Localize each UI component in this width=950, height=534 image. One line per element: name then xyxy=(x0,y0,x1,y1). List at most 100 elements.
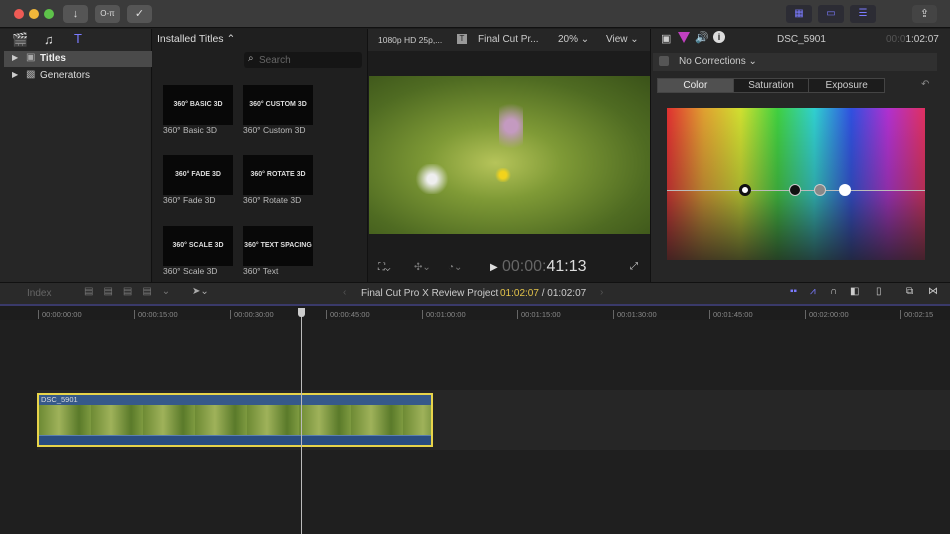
keywords-button[interactable]: O-π xyxy=(95,5,120,23)
highlights-puck[interactable] xyxy=(839,184,851,196)
ruler-tick: 00:01:30:00 xyxy=(613,310,657,319)
browser-toggle-button[interactable]: ▦ xyxy=(786,5,812,23)
clip-filmstrip xyxy=(39,405,431,435)
fullscreen-button[interactable]: ⤢ xyxy=(630,261,638,272)
title-tile[interactable]: 360° TEXT SPACING 3D360° Text xyxy=(243,226,313,289)
tab-color[interactable]: Color xyxy=(658,79,733,92)
title-tile[interactable]: 360° ROTATE 3D 360° Rotate 3D xyxy=(243,155,313,205)
title-icon: T xyxy=(457,34,467,44)
ruler-tick: 00:00:45:00 xyxy=(326,310,370,319)
title-tile[interactable]: 360° FADE 3D 360° Fade 3D xyxy=(163,155,233,205)
tile-label: 360° Scale 3D xyxy=(163,266,218,276)
background-tasks-button[interactable]: ✓ xyxy=(127,5,152,23)
title-tile[interactable]: 360° SCALE 3D 360° Scale 3D xyxy=(163,226,233,276)
sidebar-item-label: Generators xyxy=(40,70,91,81)
playhead-handle[interactable] xyxy=(298,308,305,317)
transform-dropdown[interactable]: ⛶⌄ xyxy=(378,262,390,273)
back-arrow-icon[interactable]: ‹ xyxy=(343,287,346,298)
video-waveform-toggle[interactable]: ▪▪ xyxy=(790,286,797,297)
sidebar-item-generators[interactable]: ▶ ▩ Generators xyxy=(4,68,152,84)
video-preview xyxy=(369,76,650,234)
ruler-tick: 00:02:15 xyxy=(900,310,933,319)
sidebar-item-titles[interactable]: ▶ ▣ Titles xyxy=(4,51,152,67)
clip-appearance-button[interactable]: ▯ xyxy=(876,286,882,297)
titles-browser: Installed Titles ⌃ ⌕ Search 360° BASIC 3… xyxy=(153,29,367,289)
tile-thumbnail: 360° BASIC 3D xyxy=(163,85,233,125)
ruler-tick: 00:01:15:00 xyxy=(517,310,561,319)
share-button[interactable]: ⇪ xyxy=(912,5,937,23)
timeline-area: DSC_5901 xyxy=(0,320,950,534)
shadows-puck[interactable] xyxy=(789,184,801,196)
title-tile[interactable]: 360° BASIC 3D 360° Basic 3D xyxy=(163,85,233,135)
libraries-sidebar: 🎬 ♫ T ▶ ▣ Titles ▶ ▩ Generators xyxy=(0,29,152,282)
tile-thumbnail: 360° SCALE 3D xyxy=(163,226,233,266)
import-button[interactable]: ↓ xyxy=(63,5,88,23)
clip-audio-waveform xyxy=(39,435,431,445)
title-bar: ↓ O-π ✓ ▦ ▭ ☰ ⇪ xyxy=(0,0,950,28)
snapping-toggle[interactable]: ◧ xyxy=(850,286,859,297)
title-tile[interactable]: 360° CUSTOM 3D 360° Custom 3D xyxy=(243,85,313,135)
edit-buttons[interactable]: ▤▤▤▤⌄ xyxy=(84,286,180,297)
timeline-toggle-button[interactable]: ▭ xyxy=(818,5,844,23)
tab-saturation[interactable]: Saturation xyxy=(732,79,809,92)
viewer-timecode: 00:00:41:13 xyxy=(502,258,587,275)
tab-exposure[interactable]: Exposure xyxy=(808,79,884,92)
ruler-tick: 00:01:00:00 xyxy=(422,310,466,319)
effects-browser-icon[interactable]: ⋈ xyxy=(928,286,938,297)
minimize-button[interactable] xyxy=(29,9,39,19)
media-icon[interactable]: 🎬 xyxy=(12,32,28,48)
headphones-icon[interactable]: ∩ xyxy=(830,286,837,297)
enhance-dropdown[interactable]: ✣⌄ xyxy=(414,262,431,273)
audio-inspector-icon[interactable]: 🔊 xyxy=(695,31,709,44)
ruler-tick: 00:00:30:00 xyxy=(230,310,274,319)
correction-checkbox[interactable] xyxy=(659,56,669,66)
search-icon: ⌕ xyxy=(248,53,254,64)
tile-label: 360° Basic 3D xyxy=(163,125,217,135)
clip-label: DSC_5901 xyxy=(39,395,431,405)
search-input[interactable]: ⌕ Search xyxy=(244,52,362,68)
inspector-toggle-button[interactable]: ☰ xyxy=(850,5,876,23)
tile-label: 360° Custom 3D xyxy=(243,125,306,135)
titles-generators-icon[interactable]: T xyxy=(74,31,82,46)
ruler-tick: 00:00:00:00 xyxy=(38,310,82,319)
tile-label: 360° Rotate 3D xyxy=(243,195,302,205)
tile-thumbnail: 360° FADE 3D xyxy=(163,155,233,195)
corrections-dropdown[interactable]: No Corrections ⌄ xyxy=(679,56,757,67)
tile-thumbnail: 360° CUSTOM 3D xyxy=(243,85,313,125)
tile-label: 360° Fade 3D xyxy=(163,195,216,205)
clip-name: DSC_5901 xyxy=(777,34,826,45)
index-button[interactable]: Index xyxy=(27,288,51,299)
timeline-ruler: 00:00:00:00 00:00:15:00 00:00:30:00 00:0… xyxy=(0,304,950,320)
view-dropdown[interactable]: View ⌄ xyxy=(606,34,639,45)
global-puck[interactable] xyxy=(739,184,751,196)
zoom-button[interactable] xyxy=(44,9,54,19)
playhead[interactable] xyxy=(301,309,302,534)
music-icon[interactable]: ♫ xyxy=(44,32,54,47)
clip-duration: 00:01:02:07 xyxy=(886,34,939,45)
timeline-index-window-icon[interactable]: ⧉ xyxy=(906,286,913,297)
midtones-puck[interactable] xyxy=(814,184,826,196)
info-inspector-icon[interactable]: i xyxy=(713,31,725,43)
forward-arrow-icon[interactable]: › xyxy=(600,287,603,298)
tile-thumbnail: 360° TEXT SPACING 3D xyxy=(243,226,313,289)
tile-thumbnail: 360° ROTATE 3D xyxy=(243,155,313,195)
zoom-dropdown[interactable]: 20% ⌄ xyxy=(558,34,589,45)
play-button[interactable]: ▶ xyxy=(490,262,498,273)
reset-icon[interactable]: ↶ xyxy=(921,79,929,90)
browser-title[interactable]: Installed Titles ⌃ xyxy=(157,33,235,45)
select-tool-dropdown[interactable]: ➤⌄ xyxy=(192,286,209,297)
ruler-tick: 00:00:15:00 xyxy=(134,310,178,319)
sidebar-item-label: Titles xyxy=(40,53,66,64)
timeline-timecode: 01:02:07 / 01:02:07 xyxy=(500,288,587,299)
speed-dropdown[interactable]: ◔⌄ xyxy=(448,262,462,273)
color-inspector-icon[interactable] xyxy=(678,32,690,43)
generators-icon: ▩ xyxy=(26,69,36,80)
color-board-tabs: Color Saturation Exposure xyxy=(657,78,885,93)
timeline-clip[interactable]: DSC_5901 xyxy=(37,393,433,447)
close-button[interactable] xyxy=(14,9,24,19)
video-inspector-icon[interactable]: ▣ xyxy=(661,32,671,45)
format-label: 1080p HD 25p,... xyxy=(378,35,443,45)
titles-icon: ▣ xyxy=(26,52,36,63)
ruler-tick: 00:02:00:00 xyxy=(805,310,849,319)
audio-skimming-toggle[interactable]: ⩘ xyxy=(810,286,816,297)
